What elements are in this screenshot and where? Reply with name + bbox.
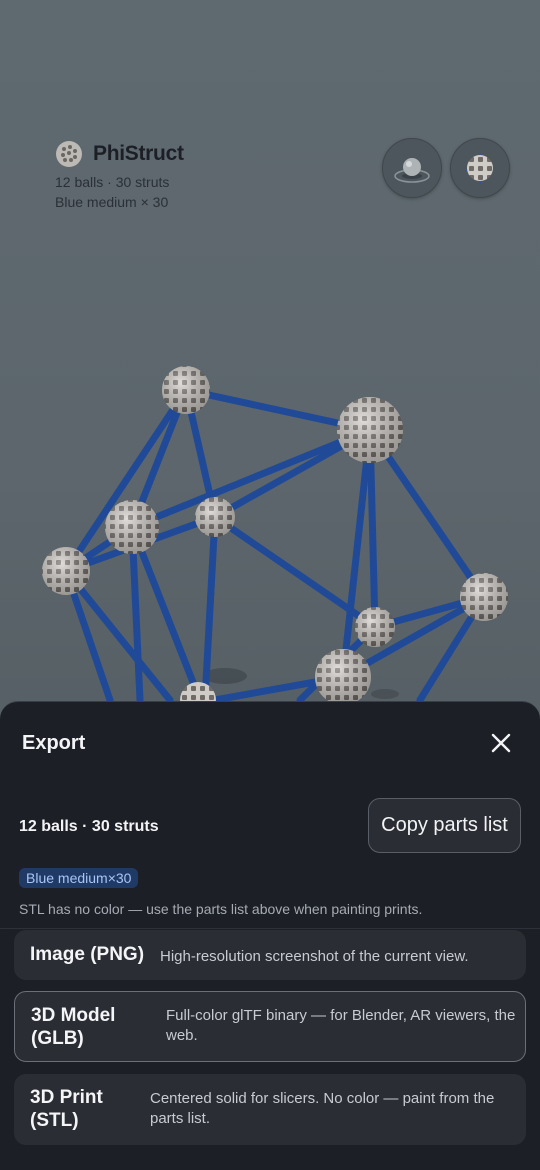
wireframe-model-icon xyxy=(466,154,494,184)
copy-parts-list-button[interactable]: Copy parts list xyxy=(368,798,521,853)
export-sheet: Export 12 balls · 30 struts Copy parts l… xyxy=(0,701,540,1170)
color-count-chip: Blue medium×30 xyxy=(19,868,139,888)
sphere-view-button[interactable] xyxy=(382,138,442,198)
close-button[interactable] xyxy=(486,728,516,758)
stl-color-note: STL has no color — use the parts list ab… xyxy=(19,901,423,917)
option-description: High-resolution screenshot of the curren… xyxy=(160,948,469,965)
option-name: Image (PNG) xyxy=(30,944,145,965)
close-icon xyxy=(491,733,511,753)
app-header: PhiStruct 12 balls · 30 struts Blue medi… xyxy=(55,140,184,210)
option-description: Full-color glTF binary — for Blender, AR… xyxy=(166,1007,516,1044)
app-title: PhiStruct xyxy=(93,142,184,165)
option-name: 3D Print (STL) xyxy=(30,1087,103,1131)
sphere-view-icon xyxy=(394,158,430,183)
export-option-png[interactable]: Image (PNG) High-resolution screenshot o… xyxy=(14,930,526,980)
export-option-glb[interactable]: 3D Model (GLB) Full-color glTF binary — … xyxy=(14,991,526,1062)
export-title: Export xyxy=(22,732,86,754)
divider xyxy=(0,928,540,929)
phistruct-logo-icon xyxy=(56,141,82,167)
title-row: PhiStruct xyxy=(55,140,184,168)
wireframe-model-button[interactable] xyxy=(450,138,510,198)
parts-summary: 12 balls · 30 struts xyxy=(19,818,159,835)
color-summary: Blue medium × 30 xyxy=(55,194,169,210)
structure-stats: 12 balls · 30 struts xyxy=(55,174,170,190)
export-option-stl[interactable]: 3D Print (STL) Centered solid for slicer… xyxy=(14,1074,526,1145)
option-name: 3D Model (GLB) xyxy=(31,1005,116,1049)
option-description: Centered solid for slicers. No color — p… xyxy=(150,1090,495,1127)
